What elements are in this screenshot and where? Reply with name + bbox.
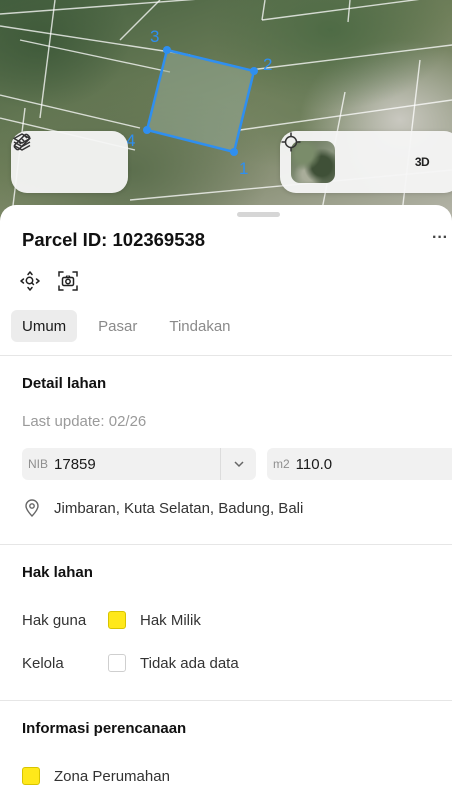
planning-section-title: Informasi perencanaan (22, 720, 187, 737)
sheet-drag-handle[interactable] (237, 212, 280, 217)
map-overlay: 3 2 4 1 (0, 0, 452, 230)
zoom-to-parcel-icon[interactable] (19, 270, 41, 292)
zone-color-swatch (22, 767, 40, 785)
ruler-icon (13, 133, 31, 151)
rights-color-swatch (108, 611, 126, 629)
three-d-button[interactable]: 3D (393, 131, 451, 193)
rights-color-swatch (108, 654, 126, 672)
tab-tindakan[interactable]: Tindakan (158, 310, 241, 342)
vertex-label-3: 3 (150, 27, 159, 46)
nib-label: NIB (28, 457, 49, 471)
area-unit-label: m2 (273, 457, 290, 471)
zone-label: Zona Perumahan (54, 767, 170, 785)
map-tools-left (11, 131, 128, 193)
divider (0, 544, 452, 545)
tab-umum[interactable]: Umum (11, 310, 78, 342)
tab-bar: Umum Pasar Tindakan (11, 310, 252, 342)
rights-key: Kelola (22, 654, 64, 672)
area-field[interactable]: m2 110.0 (267, 448, 452, 480)
detail-section-title: Detail lahan (22, 375, 107, 392)
nib-value: 17859 (54, 455, 96, 473)
nib-field[interactable]: NIB 17859 (22, 448, 256, 480)
vertex-label-2: 2 (263, 55, 272, 74)
parcel-sheet: Parcel ID: 102369538 ··· Umum Pasar Tind… (0, 205, 452, 804)
rights-row-hak-guna: Hak guna Hak Milik (22, 611, 201, 629)
map-tools-right: 3D (280, 131, 452, 193)
screenshot-icon[interactable] (57, 270, 79, 292)
rights-row-kelola: Kelola Tidak ada data (22, 654, 239, 672)
divider (0, 700, 452, 701)
nib-dropdown-button[interactable] (221, 448, 256, 480)
map-pin-icon (25, 499, 39, 517)
crosshair-icon (281, 132, 301, 152)
tab-pasar[interactable]: Pasar (87, 310, 148, 342)
location-row: Jimbaran, Kuta Selatan, Badung, Bali (22, 498, 303, 518)
vertex-label-1: 1 (239, 159, 248, 178)
rights-value: Tidak ada data (140, 654, 239, 672)
rights-value: Hak Milik (140, 611, 201, 629)
chevron-down-icon (233, 461, 244, 468)
measure-button[interactable] (13, 131, 127, 193)
zone-row: Zona Perumahan (22, 767, 170, 785)
divider (0, 355, 452, 356)
more-options-icon[interactable]: ··· (432, 229, 448, 247)
rights-section-title: Hak lahan (22, 564, 93, 581)
area-value: 110.0 (295, 455, 333, 473)
satellite-map[interactable]: 3 2 4 1 3D (0, 0, 452, 230)
parcel-title: Parcel ID: 102369538 (22, 229, 206, 250)
rights-key: Hak guna (22, 611, 87, 629)
three-d-label: 3D (414, 155, 430, 169)
location-text: Jimbaran, Kuta Selatan, Badung, Bali (54, 499, 304, 517)
locate-button[interactable] (281, 131, 393, 193)
last-update-text: Last update: 02/26 (22, 413, 147, 430)
